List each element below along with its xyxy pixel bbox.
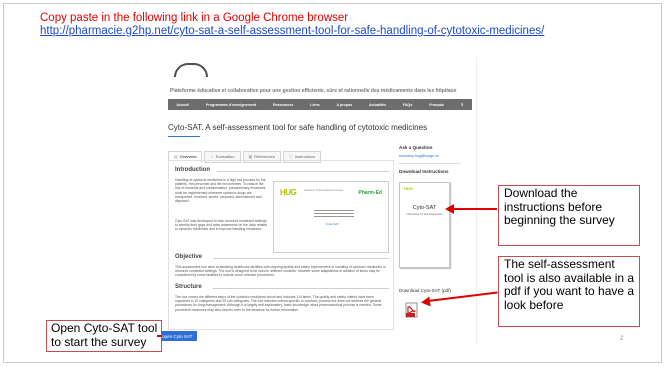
callout-open-tool: Open Cyto-SAT tool to start the survey: [46, 320, 162, 352]
arrow-pdf-head: [420, 296, 431, 308]
page-number: 2: [620, 336, 624, 342]
callout-download-instructions: Download the instructions before beginni…: [498, 185, 640, 246]
download-pdf-heading: Download Cyto-SAT (pdf): [399, 288, 451, 293]
nav-item-about[interactable]: A propos: [336, 103, 352, 107]
search-icon[interactable]: ⚲: [461, 103, 464, 107]
structure-heading: Structure: [175, 284, 202, 290]
contact-email-link[interactable]: bonnabry.hug@hcuge.ch: [399, 154, 439, 158]
section-divider: [213, 288, 389, 289]
introduction-text-2: Cyto-SAT was developed to help resource-…: [175, 219, 268, 232]
pharmed-logo: Pharm-Ed: [358, 190, 382, 196]
introduction-heading: Introduction: [175, 167, 210, 173]
hug-logo-sub: Hôpitaux Universitaires Genève: [304, 188, 344, 192]
manual-subtitle: Instructions for self-assessment: [406, 213, 443, 216]
hug-logo: HUG: [280, 188, 297, 197]
sidebar-divider: [399, 163, 461, 164]
nav-item-programs[interactable]: Programmes d'enseignement: [206, 103, 256, 107]
nav-item-home[interactable]: Accueil: [176, 103, 189, 107]
instructions-document-thumbnail[interactable]: HUG Cyto-SAT Instructions for self-asses…: [399, 182, 450, 268]
site-link[interactable]: http://pharmacie.g2hp.net/cyto-sat-a-sel…: [40, 25, 544, 37]
objective-heading: Objective: [175, 254, 203, 260]
overview-panel: Introduction Handling of cytotoxic medic…: [168, 160, 394, 330]
pdf-icon[interactable]: [405, 302, 419, 318]
nav-item-language[interactable]: Français: [429, 103, 444, 107]
section-divider: [217, 171, 389, 172]
info-icon: ⓘ: [288, 154, 293, 159]
introduction-text: Handling of cytotoxic medicines is a hig…: [175, 178, 266, 204]
slide: Copy paste in the following link in a Go…: [0, 0, 666, 367]
site-logo-icon: [174, 63, 208, 77]
arrow-download-instructions: [452, 208, 497, 210]
ask-question-heading: Ask a Question: [399, 145, 433, 150]
structure-text: The tool covers the different steps of t…: [175, 295, 382, 312]
main-nav: Accueil Programmes d'enseignement Ressou…: [168, 99, 472, 110]
thumbnail-link[interactable]: Cyto-SAT: [326, 222, 339, 226]
book-icon: ▦: [248, 154, 253, 159]
page-title: Cyto-SAT. A self-assessment tool for saf…: [168, 123, 428, 132]
nav-item-news[interactable]: Actualités: [369, 103, 386, 107]
objective-text: This assessment tool aims at assisting h…: [175, 265, 386, 278]
download-instructions-heading: Download Instructions: [399, 169, 449, 174]
section-divider: [213, 258, 389, 259]
check-icon: ✓: [210, 154, 214, 159]
thumbnail-text-lines: [314, 208, 354, 219]
arrow-download-instructions-head: [445, 204, 454, 214]
title-underline: [168, 136, 200, 137]
site-tagline: Plateforme éducative et collaborative po…: [170, 88, 457, 94]
file-icon: ▤: [174, 154, 178, 159]
instruction-text: Copy paste in the following link in a Go…: [40, 12, 349, 24]
manual-title: Cyto-SAT: [412, 205, 437, 211]
manual-hug-logo: HUG: [404, 186, 413, 191]
nav-item-links[interactable]: Liens: [310, 103, 319, 107]
nav-item-faqs[interactable]: FAQs: [403, 103, 412, 107]
nav-item-resources[interactable]: Ressources: [273, 103, 293, 107]
document-thumbnail[interactable]: HUG Hôpitaux Universitaires Genève Pharm…: [273, 181, 389, 253]
callout-pdf-available: The self-assessment tool is also availab…: [498, 256, 640, 327]
site-header: [162, 57, 476, 77]
